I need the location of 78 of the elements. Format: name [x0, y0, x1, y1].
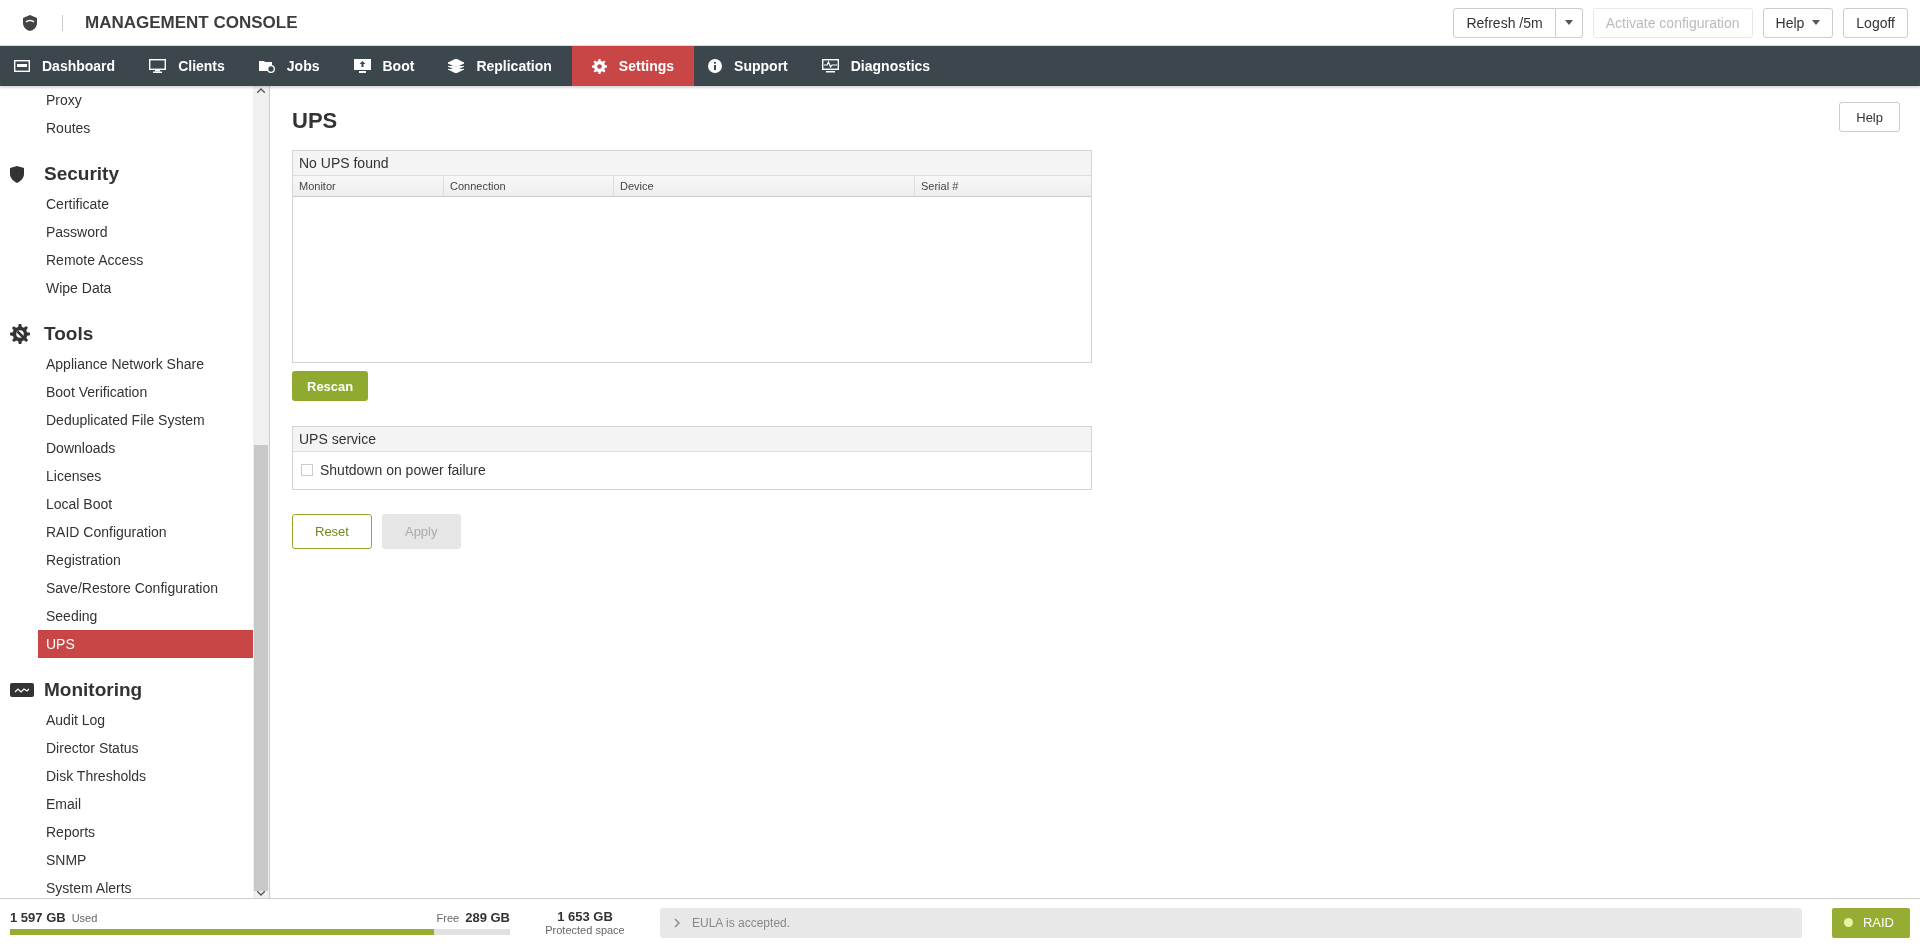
- sidebar-item[interactable]: Boot Verification: [38, 378, 253, 406]
- logo-icon: [20, 12, 40, 33]
- chevron-right-icon: [674, 917, 680, 928]
- used-label: Used: [71, 912, 98, 924]
- nav-tab[interactable]: Jobs: [244, 46, 340, 86]
- sidebar-item[interactable]: RAID Configuration: [38, 518, 253, 546]
- chevron-up-icon[interactable]: [257, 88, 265, 93]
- monitor-icon: [149, 59, 167, 73]
- sidebar-item[interactable]: System Alerts: [38, 874, 253, 898]
- nav-tab[interactable]: Dashboard: [0, 46, 136, 86]
- sidebar-item[interactable]: Licenses: [38, 462, 253, 490]
- sidebar-item[interactable]: Proxy: [38, 86, 253, 114]
- shield-icon: [10, 165, 24, 183]
- sidebar-item[interactable]: Seeding: [38, 602, 253, 630]
- sidebar-item[interactable]: Routes: [38, 114, 253, 142]
- scrollbar[interactable]: [253, 86, 269, 898]
- settings-icon: [591, 58, 607, 74]
- scrollbar-thumb[interactable]: [254, 445, 268, 891]
- gear-wrench-icon: [10, 324, 30, 344]
- sidebar-item[interactable]: Audit Log: [38, 706, 253, 734]
- sidebar-item[interactable]: Appliance Network Share: [38, 350, 253, 378]
- sidebar-item[interactable]: Email: [38, 790, 253, 818]
- protected-label: Protected space: [545, 924, 625, 936]
- refresh-button[interactable]: Refresh /5m: [1453, 7, 1556, 38]
- chevron-down-icon[interactable]: [257, 891, 265, 896]
- nav-tab[interactable]: Clients: [135, 46, 245, 86]
- used-value: 1 597 GB: [10, 910, 66, 925]
- free-value: 289 GB: [465, 910, 510, 925]
- upload-icon: [353, 59, 371, 73]
- refresh-menu-button[interactable]: [1555, 7, 1583, 38]
- sidebar-item[interactable]: Registration: [38, 546, 253, 574]
- dashboard-icon: [14, 60, 30, 72]
- folder-icon: [258, 59, 275, 73]
- nav-tab[interactable]: Diagnostics: [807, 46, 951, 86]
- status-message: EULA is accepted.: [692, 915, 791, 930]
- nav-tab[interactable]: Settings: [571, 46, 695, 86]
- column-header[interactable]: Monitor: [293, 176, 444, 196]
- protected-value: 1 653 GB: [557, 909, 613, 924]
- sidebar-item[interactable]: Director Status: [38, 734, 253, 762]
- monitor-icon: [821, 59, 839, 73]
- sidebar-item[interactable]: Save/Restore Configuration: [38, 574, 253, 602]
- section-heading: Monitoring: [44, 679, 143, 701]
- nav-tab[interactable]: Support: [694, 46, 808, 86]
- sidebar-item[interactable]: Disk Thresholds: [38, 762, 253, 790]
- table-caption: No UPS found: [293, 151, 1091, 176]
- help-menu-button[interactable]: Help: [1762, 7, 1834, 38]
- help-button[interactable]: Help: [1839, 102, 1900, 132]
- sidebar-item[interactable]: Password: [38, 218, 253, 246]
- chart-icon: [10, 683, 34, 697]
- layers-icon: [448, 59, 465, 73]
- status-dot: [1843, 918, 1853, 927]
- panel-title: UPS service: [293, 427, 1091, 452]
- sidebar-item[interactable]: Reports: [38, 818, 253, 846]
- section-heading: Security: [44, 163, 119, 185]
- page-title: UPS: [292, 107, 338, 134]
- nav-tab[interactable]: Replication: [434, 46, 572, 86]
- sidebar-item[interactable]: Certificate: [38, 190, 253, 218]
- reset-button[interactable]: Reset: [292, 514, 372, 549]
- sidebar-item[interactable]: Deduplicated File System: [38, 406, 253, 434]
- info-icon: [708, 59, 723, 73]
- sidebar-item[interactable]: Remote Access: [38, 246, 253, 274]
- sidebar-item[interactable]: Downloads: [38, 434, 253, 462]
- sidebar-item[interactable]: Wipe Data: [38, 274, 253, 302]
- section-heading: Tools: [44, 323, 94, 345]
- free-label: Free: [436, 912, 460, 924]
- header-button[interactable]: Logoff: [1843, 7, 1908, 38]
- app-title: MANAGEMENT CONSOLE: [85, 12, 298, 33]
- column-header[interactable]: Device: [614, 176, 915, 196]
- sidebar-item[interactable]: UPS: [38, 630, 253, 658]
- caret-icon: [1564, 20, 1573, 25]
- checkbox[interactable]: [301, 464, 313, 476]
- nav-tab[interactable]: Boot: [339, 46, 435, 86]
- sidebar-item[interactable]: SNMP: [38, 846, 253, 874]
- caret-icon: [1812, 20, 1821, 25]
- sidebar-item[interactable]: Local Boot: [38, 490, 253, 518]
- checkbox-label[interactable]: Shutdown on power failure: [320, 462, 486, 478]
- column-header[interactable]: Connection: [444, 176, 614, 196]
- column-header[interactable]: Serial #: [915, 176, 1091, 196]
